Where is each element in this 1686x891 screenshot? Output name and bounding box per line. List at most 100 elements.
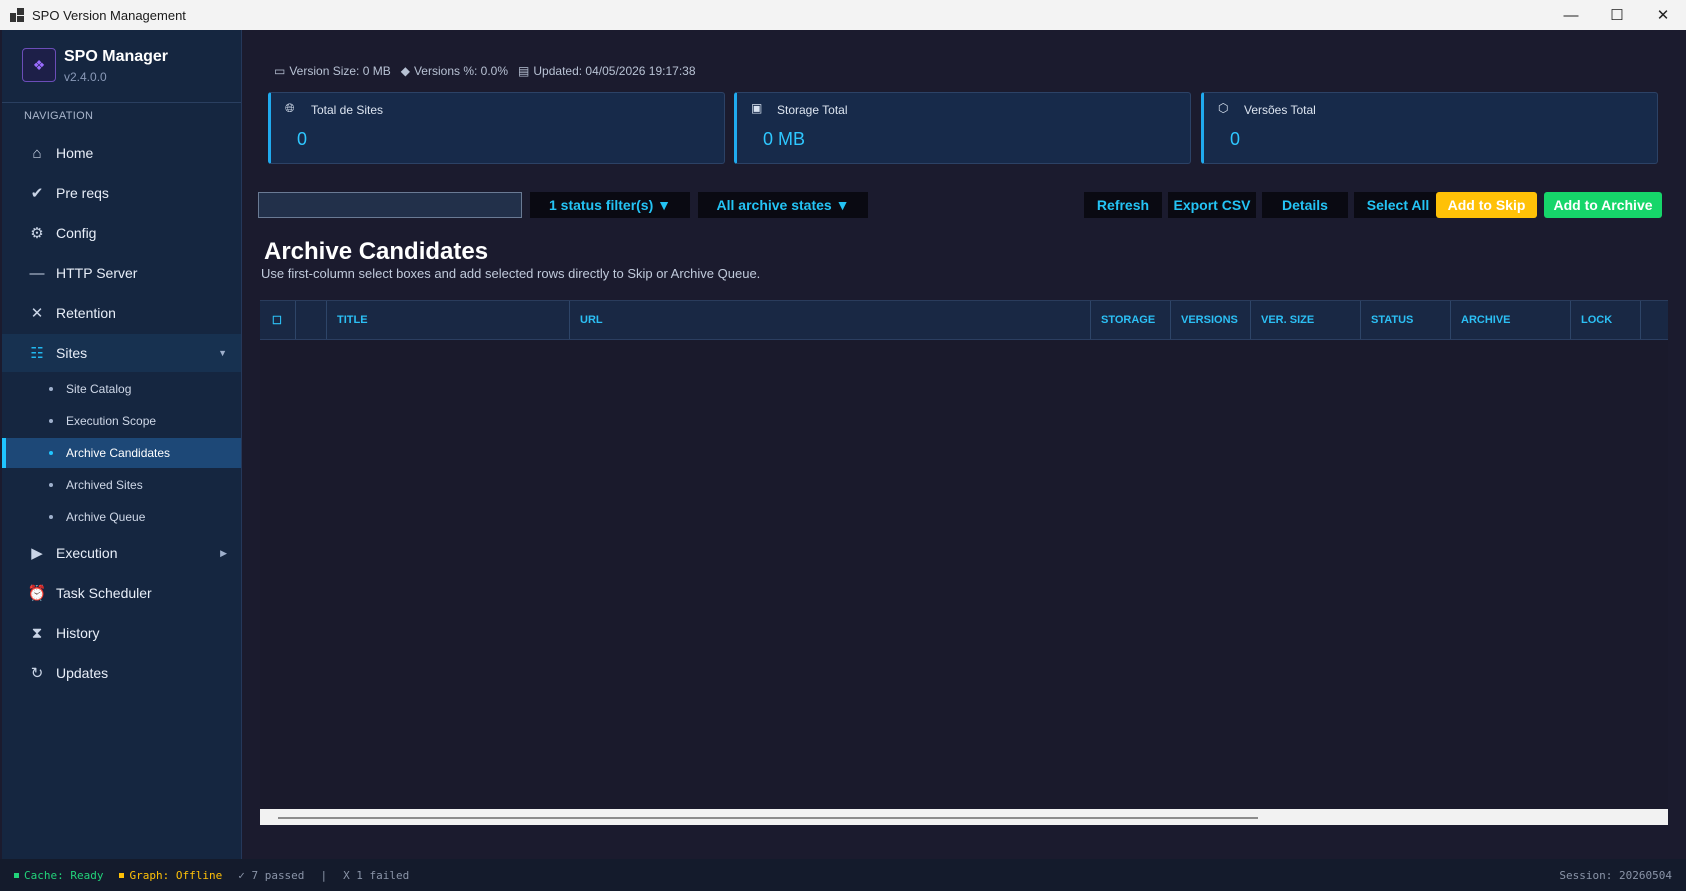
- minimize-button[interactable]: —: [1548, 0, 1594, 30]
- page-subtitle: Use first-column select boxes and add se…: [261, 266, 761, 281]
- brand-version: v2.4.0.0: [64, 70, 107, 84]
- close-button[interactable]: ✕: [1640, 0, 1686, 30]
- sidebar-item-http-server[interactable]: — HTTP Server: [2, 254, 241, 292]
- sidebar-subitem-archived-sites[interactable]: Archived Sites: [2, 470, 241, 500]
- card-value: 0: [297, 129, 308, 149]
- bullet-icon: [49, 387, 53, 391]
- column-header-lock[interactable]: LOCK: [1571, 301, 1641, 339]
- sidebar-subitem-site-catalog[interactable]: Site Catalog: [2, 374, 241, 404]
- passed-count: ✓ 7 passed: [238, 868, 305, 882]
- brand-name: SPO Manager: [64, 48, 169, 65]
- sidebar-subitem-label: Execution Scope: [66, 414, 157, 428]
- sidebar-subitem-label: Archived Sites: [66, 478, 143, 492]
- page-title: Archive Candidates: [264, 238, 489, 265]
- sidebar-item-label: History: [56, 625, 100, 641]
- bullet-icon: [49, 419, 53, 423]
- export-csv-button[interactable]: Export CSV: [1168, 192, 1256, 218]
- sidebar-item-label: Sites: [56, 345, 88, 361]
- cache-status: Cache: Ready: [14, 869, 103, 882]
- sidebar-item-label: Updates: [56, 665, 109, 681]
- session-id: Session: 20260504: [1559, 868, 1672, 882]
- box-icon: ⬡: [1218, 101, 1229, 115]
- diamond-icon: ◆: [400, 64, 410, 78]
- archive-states-dropdown[interactable]: All archive states ▼: [698, 192, 868, 218]
- refresh-icon: ↻: [30, 665, 44, 682]
- refresh-button[interactable]: Refresh: [1084, 192, 1162, 218]
- main-content: ▭ Version Size: 0 MB ◆ Versions %: 0.0% …: [242, 30, 1686, 859]
- failed-count: X 1 failed: [343, 868, 410, 882]
- bullet-icon: [49, 483, 53, 487]
- metrics-summary: ▭ Version Size: 0 MB ◆ Versions %: 0.0% …: [274, 64, 696, 78]
- column-header-archive[interactable]: ARCHIVE: [1451, 301, 1571, 339]
- sidebar-item-updates[interactable]: ↻ Updates: [2, 654, 241, 692]
- sidebar-item-retention[interactable]: ✕ Retention: [2, 294, 241, 332]
- brand: ❖ SPO Manager v2.4.0.0: [2, 30, 241, 103]
- globe-icon: 🌐︎: [285, 101, 295, 115]
- sidebar-item-label: HTTP Server: [56, 265, 138, 281]
- add-to-skip-button[interactable]: Add to Skip: [1436, 192, 1537, 218]
- sidebar-item-label: Task Scheduler: [56, 585, 152, 601]
- column-header-blank: [296, 301, 327, 339]
- bullet-icon: [49, 515, 53, 519]
- sidebar-item-sites[interactable]: ☷ Sites ▼: [2, 334, 241, 372]
- card-value: 0 MB: [763, 129, 806, 149]
- column-header-status[interactable]: STATUS: [1361, 301, 1451, 339]
- save-icon: ▣: [751, 101, 763, 115]
- sidebar-item-label: Home: [56, 145, 94, 161]
- select-all-checkbox[interactable]: ☐: [260, 301, 296, 339]
- sidebar-subitem-label: Archive Queue: [66, 510, 146, 524]
- app-icon: [10, 8, 24, 22]
- sidebar-subitem-archive-candidates[interactable]: Archive Candidates: [2, 438, 241, 468]
- app-logo-icon: ❖: [22, 48, 56, 82]
- hourglass-icon: ⧗: [31, 624, 43, 642]
- list-icon: ☷: [30, 345, 44, 362]
- table-header: ☐ TITLE URL STORAGE VERSIONS VER. SIZE S…: [260, 301, 1668, 340]
- column-header-title[interactable]: TITLE: [327, 301, 570, 339]
- sidebar-subitem-execution-scope[interactable]: Execution Scope: [2, 406, 241, 436]
- column-header-url[interactable]: URL: [570, 301, 1091, 339]
- sidebar-item-execution[interactable]: ▶ Execution ▶: [2, 534, 241, 572]
- card-storage-total: ▣ Storage Total 0 MB: [734, 92, 1191, 164]
- updated-text: Updated: 04/05/2026 19:17:38: [533, 64, 696, 78]
- gear-icon: ⚙: [30, 225, 44, 242]
- sidebar: ❖ SPO Manager v2.4.0.0 NAVIGATION ⌂ Home…: [2, 30, 242, 859]
- sidebar-item-label: Execution: [56, 545, 118, 561]
- candidates-table: ☐ TITLE URL STORAGE VERSIONS VER. SIZE S…: [260, 300, 1668, 825]
- search-input[interactable]: [258, 192, 522, 218]
- horizontal-scrollbar[interactable]: [260, 809, 1668, 825]
- column-header-storage[interactable]: STORAGE: [1091, 301, 1171, 339]
- card-versions-total: ⬡ Versões Total 0: [1201, 92, 1658, 164]
- sidebar-item-task-scheduler[interactable]: ⏰ Task Scheduler: [2, 574, 241, 612]
- sidebar-subitem-label: Archive Candidates: [66, 446, 171, 460]
- alarm-icon: ⏰: [27, 585, 47, 602]
- scrollbar-thumb[interactable]: [278, 817, 1258, 819]
- play-icon: ▶: [31, 545, 43, 562]
- card-label: Total de Sites: [311, 103, 384, 117]
- column-header-versions[interactable]: VERSIONS: [1171, 301, 1251, 339]
- graph-status: Graph: Offline: [119, 869, 222, 882]
- minus-icon: —: [29, 264, 45, 282]
- folder-icon: ▭: [274, 64, 286, 78]
- version-size-text: Version Size: 0 MB: [289, 64, 391, 78]
- checkmark-icon: ✔: [30, 185, 44, 202]
- caret-right-icon: ▶: [220, 547, 227, 558]
- sidebar-item-label: Pre reqs: [56, 185, 109, 201]
- sidebar-item-config[interactable]: ⚙ Config: [2, 214, 241, 252]
- sidebar-subitem-archive-queue[interactable]: Archive Queue: [2, 502, 241, 532]
- sidebar-item-prereqs[interactable]: ✔ Pre reqs: [2, 174, 241, 212]
- versions-pct-text: Versions %: 0.0%: [413, 64, 509, 78]
- select-all-button[interactable]: Select All: [1354, 192, 1442, 218]
- sidebar-item-home[interactable]: ⌂ Home: [2, 134, 241, 172]
- details-button[interactable]: Details: [1262, 192, 1348, 218]
- card-value: 0: [1230, 129, 1241, 149]
- caret-down-icon: ▼: [218, 348, 227, 358]
- sidebar-item-history[interactable]: ⧗ History: [2, 614, 241, 652]
- card-label: Versões Total: [1244, 103, 1316, 117]
- sidebar-item-label: Config: [56, 225, 97, 241]
- status-filter-dropdown[interactable]: 1 status filter(s) ▼: [530, 192, 690, 218]
- add-to-archive-button[interactable]: Add to Archive: [1544, 192, 1662, 218]
- column-header-ver-size[interactable]: VER. SIZE: [1251, 301, 1361, 339]
- maximize-button[interactable]: ☐: [1594, 0, 1640, 30]
- nav-section-label: NAVIGATION: [24, 110, 94, 122]
- sidebar-item-label: Retention: [56, 305, 116, 321]
